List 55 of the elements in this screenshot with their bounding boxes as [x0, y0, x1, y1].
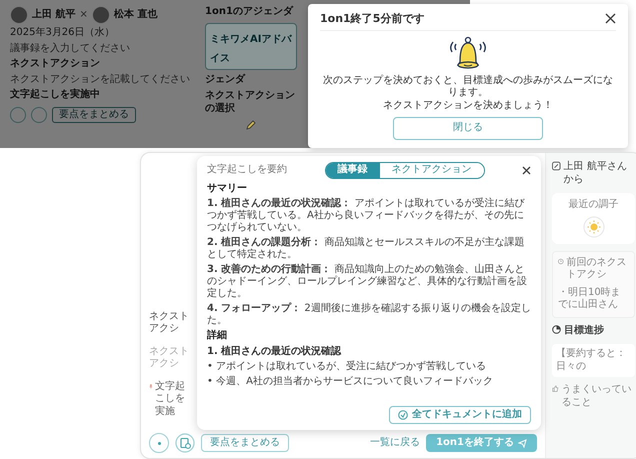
mood-label: 最近の調子 — [568, 199, 618, 212]
going-well-label: うまくいっていること — [562, 384, 633, 409]
next-action-label: ネクストアクション — [10, 58, 101, 70]
side-panel-title: 上田 航平さんから — [564, 161, 628, 186]
agenda-title: 1on1のアジェンダ — [205, 6, 293, 18]
detail-title: 1. 植田さんの最近の状況確認 — [207, 346, 342, 358]
summary-item: 4. フォローアップ： 2週間後に進捗を確認する振り返りの機会を設定した。 — [207, 303, 531, 327]
detail-bullet: • アポイントは取れているが、受注に結びつかず苦戦している — [207, 360, 488, 372]
participant-name: 松本 直也 — [114, 8, 158, 22]
send-icon — [518, 438, 527, 448]
section-heading: 詳細 — [207, 330, 228, 342]
pencil-icon — [245, 119, 257, 131]
next-action-input-field[interactable]: ネクストアクションを記載してください — [10, 74, 195, 86]
next-action-choice: ネクストアクションの選択 — [205, 90, 296, 115]
close-button[interactable]: 閉じる — [393, 117, 543, 140]
summary-item: 3. 改善のための行動計画： 商品知識向上のための勉強会、山田さんとのシャドーイング、ロールプレイング練習など、具体的な行動計画を設定した。 — [207, 264, 528, 300]
previous-action-item: ・明日10時までに山田さん — [558, 286, 622, 312]
progress-icon — [552, 324, 561, 334]
participant-name: 上田 航平 — [32, 8, 76, 22]
next-action-label: ネクストアクシ — [149, 310, 190, 336]
add-to-document-button[interactable]: 全てドキュメントに追加 — [389, 406, 531, 424]
close-icon[interactable] — [522, 166, 531, 175]
dialog-title: 1on1終了5分前です — [320, 12, 424, 26]
cross-sign: × — [79, 8, 88, 22]
summary-item: 2. 植田さんの課題分析： 商品知識とセールススキルの不足が主な課題として特定された。 — [207, 237, 526, 261]
history-icon — [558, 256, 564, 266]
goal-summary: 【要約すると：日々の — [552, 344, 635, 377]
section-heading: サマリー — [207, 182, 248, 195]
edit-icon — [552, 161, 561, 171]
avatar-icon — [10, 6, 28, 24]
summarize-button[interactable]: 要点をまとめる — [201, 434, 289, 452]
transcription-status: 文字起こしを実施 — [154, 380, 186, 418]
check-circle-icon — [398, 410, 408, 420]
close-icon[interactable] — [605, 13, 616, 24]
tab[interactable]: 議事録 — [326, 163, 380, 178]
avatar-icon — [92, 6, 110, 24]
popup-title: 文字起こしを要約 — [207, 164, 287, 176]
dialog-message: ネクストアクションを決めましょう！ — [383, 100, 553, 112]
next-action-input-field[interactable]: ネクストアクシ — [149, 346, 193, 370]
thumbs-up-icon — [552, 384, 559, 393]
detail-bullet: • 今週、A社の担当者からサービスについて良いフィードバック — [207, 376, 494, 388]
goal-progress-title: 目標進捗 — [564, 324, 604, 337]
sun-icon — [582, 216, 604, 238]
back-to-list-link[interactable]: 一覧に戻る — [370, 436, 420, 450]
previous-action-label: 前回のネクストアクシ — [566, 256, 628, 282]
minutes-input-field[interactable]: 議事録を入力してください — [10, 42, 195, 55]
tab[interactable]: ネクトアクション — [380, 163, 484, 178]
ai-advice-label: ミキワメAIアドバイス — [210, 34, 292, 64]
agenda-section-title: ジェンダ — [205, 74, 245, 86]
end-meeting-button[interactable]: 1on1を終了する — [426, 434, 537, 452]
summary-item: 1. 植田さんの最近の状況確認： アポイントは取れているが受注に結びつかず苦戦している。A社から良いフィードバックを得たが、その先につなげられていない。 — [207, 198, 526, 234]
summarize-button[interactable]: 要点をまとめる — [52, 106, 136, 123]
meeting-date: 2025年3月26日（水） — [10, 27, 116, 40]
dialog-message: 次のステップを決めておくと、目標達成への歩みがスムーズになります。 — [322, 74, 614, 100]
transcription-status: 文字起こしを実施中 — [10, 89, 101, 102]
